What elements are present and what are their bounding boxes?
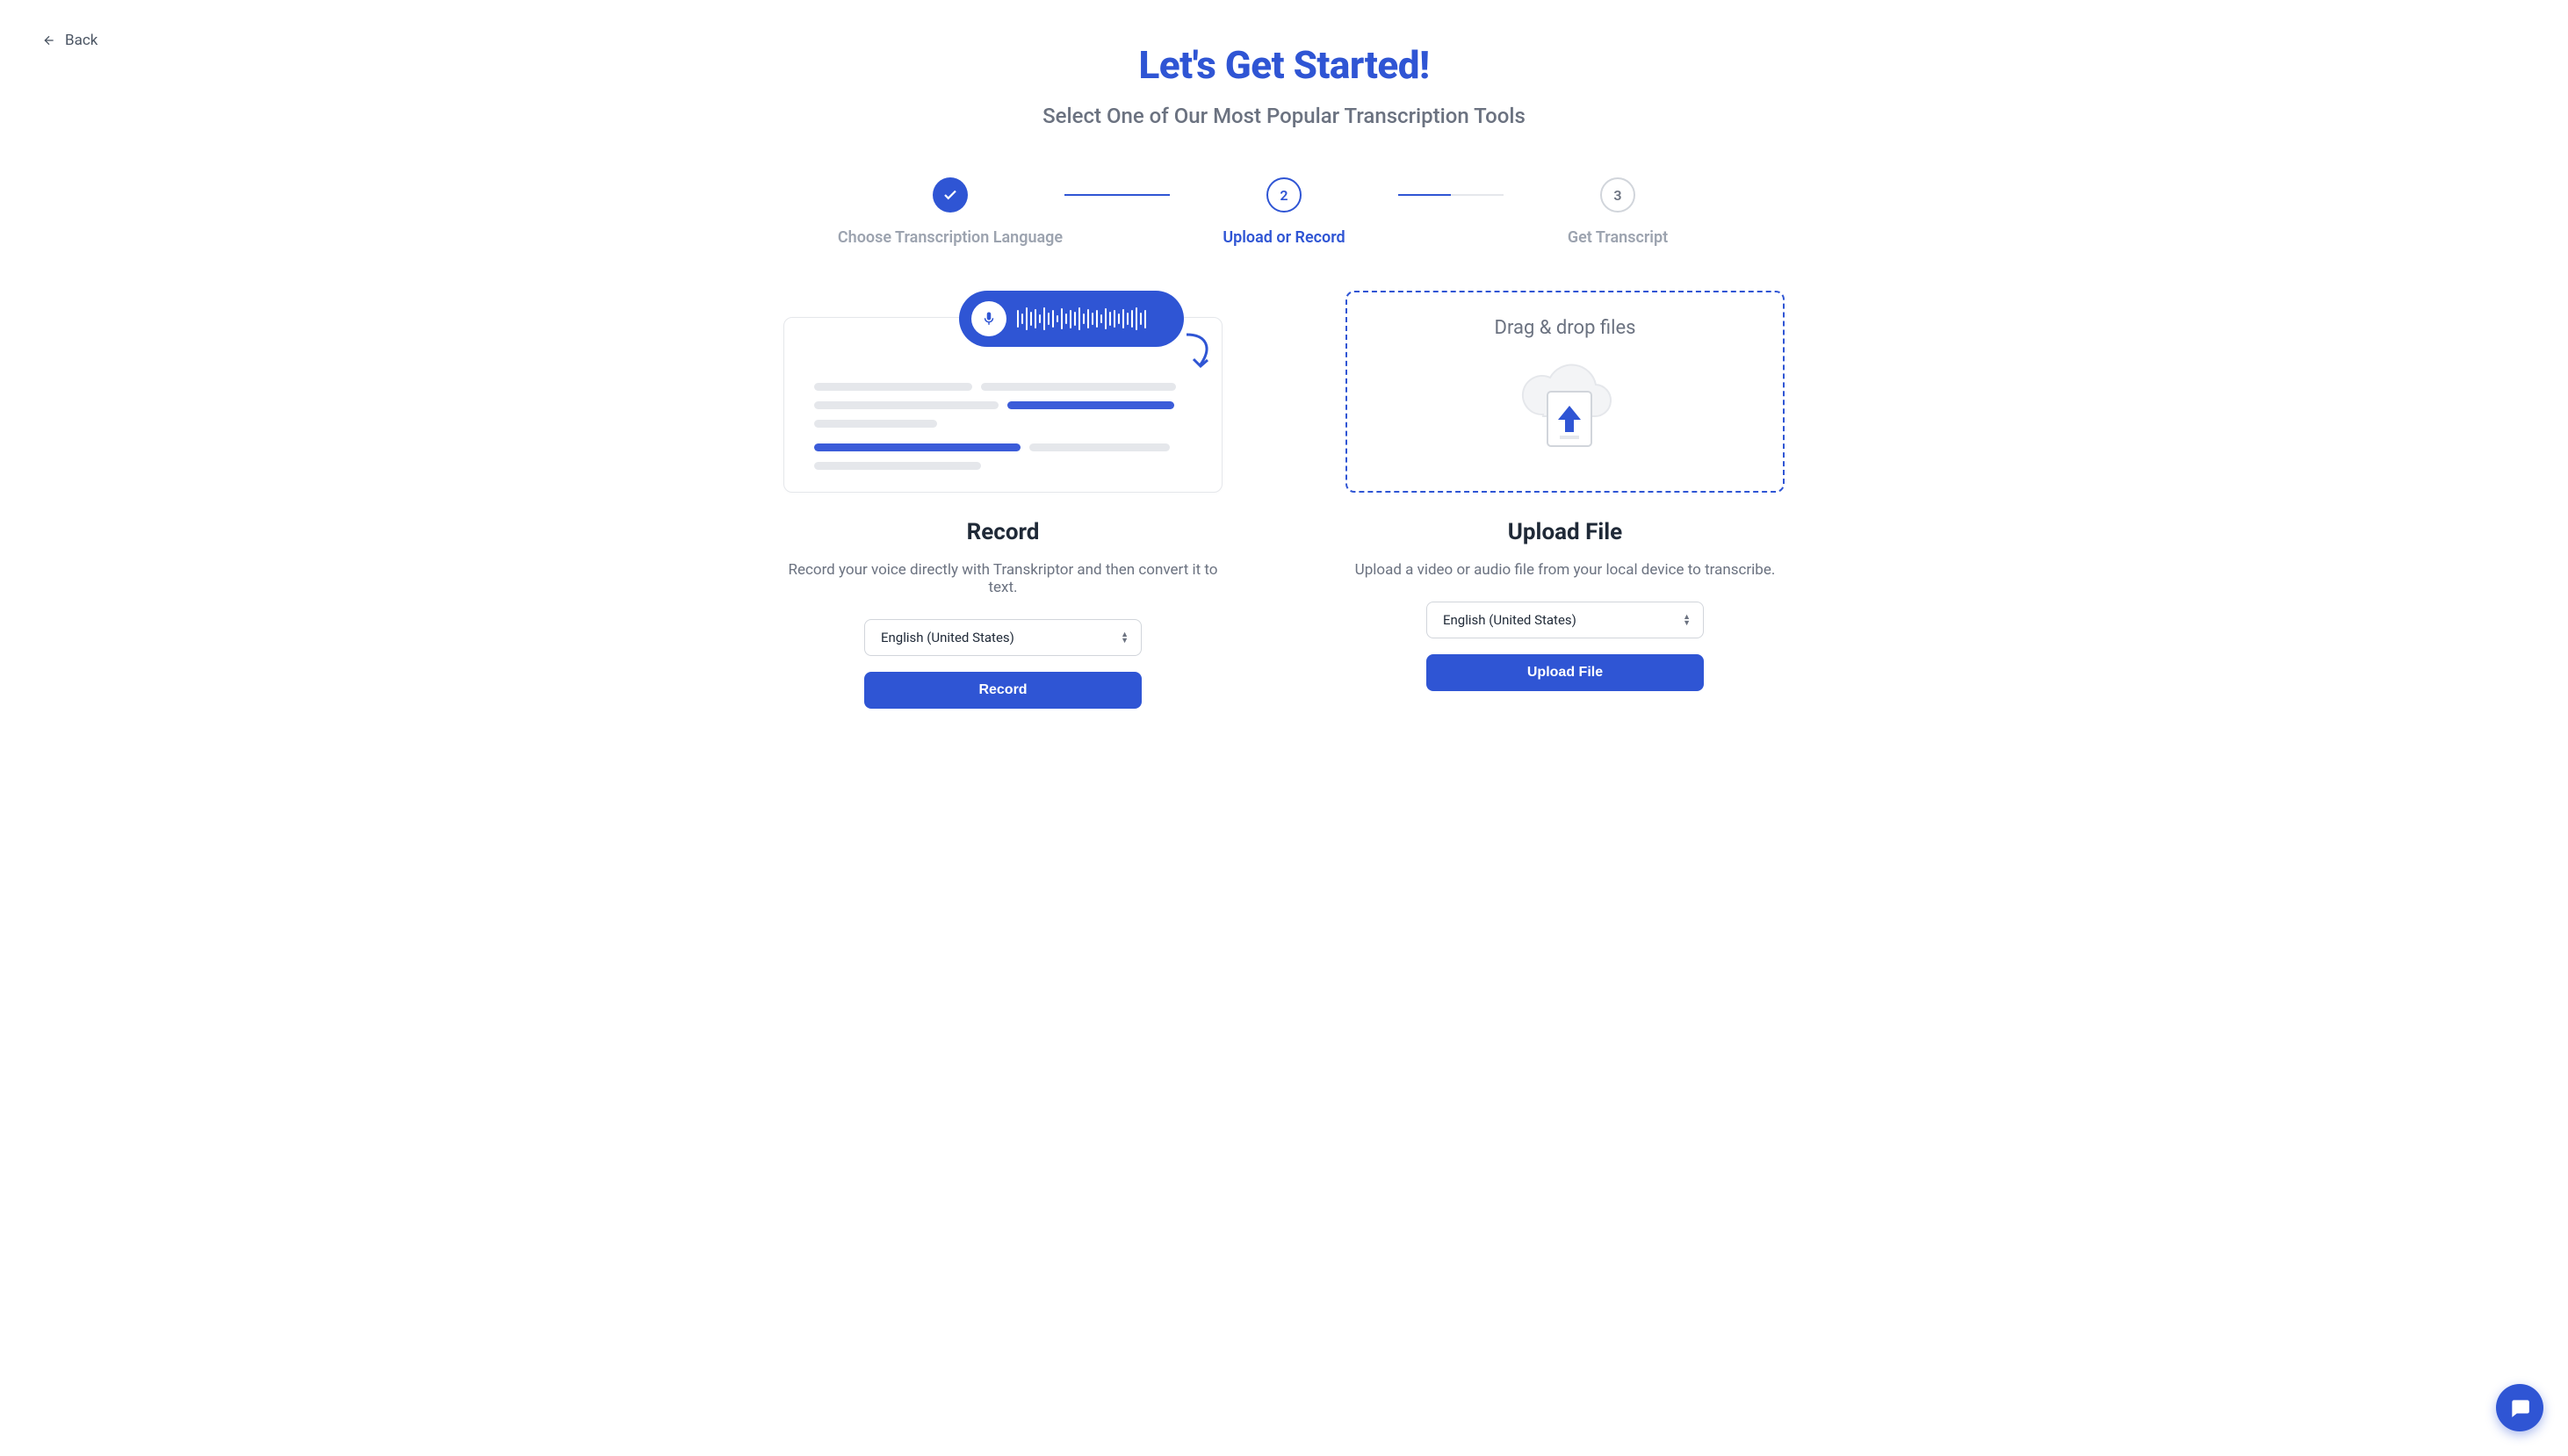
curved-arrow-icon (1183, 331, 1218, 370)
upload-title: Upload File (1508, 519, 1622, 545)
record-option: Record Record your voice directly with T… (783, 291, 1223, 709)
check-icon (942, 187, 958, 203)
back-link[interactable]: Back (42, 32, 97, 49)
upload-cloud-icon (1512, 355, 1618, 451)
step-number: 3 (1613, 187, 1621, 204)
page-title: Let's Get Started! (757, 42, 1811, 88)
record-button[interactable]: Record (864, 672, 1142, 709)
record-button-label: Record (978, 682, 1027, 697)
upload-language-value: English (United States) (1443, 612, 1576, 628)
arrow-left-icon (42, 33, 56, 47)
select-chevrons-icon: ▲▼ (1121, 632, 1129, 644)
progress-stepper: Choose Transcription Language 2 Upload o… (757, 177, 1811, 247)
drop-zone-label: Drag & drop files (1495, 317, 1636, 339)
record-language-select[interactable]: English (United States) ▲▼ (864, 619, 1142, 656)
step-label: Upload or Record (1223, 228, 1345, 247)
upload-button-label: Upload File (1527, 665, 1603, 680)
step-current-circle: 2 (1266, 177, 1302, 213)
stepper-connector (1398, 194, 1504, 196)
select-chevrons-icon: ▲▼ (1683, 615, 1691, 626)
mic-icon (971, 301, 1006, 336)
page-subtitle: Select One of Our Most Popular Transcrip… (757, 104, 1811, 128)
step-upload-or-record: 2 Upload or Record (1170, 177, 1398, 247)
step-choose-language: Choose Transcription Language (836, 177, 1064, 247)
stepper-connector (1064, 194, 1170, 196)
step-get-transcript: 3 Get Transcript (1504, 177, 1732, 247)
chat-icon (2508, 1396, 2531, 1419)
upload-description: Upload a video or audio file from your l… (1355, 561, 1776, 579)
step-upcoming-circle: 3 (1600, 177, 1635, 213)
upload-language-select[interactable]: English (United States) ▲▼ (1426, 602, 1704, 638)
upload-file-button[interactable]: Upload File (1426, 654, 1704, 691)
upload-option: Drag & drop files Upload File Upload a v… (1345, 291, 1785, 709)
chat-fab[interactable] (2496, 1384, 2543, 1431)
record-description: Record your voice directly with Transkri… (783, 561, 1223, 596)
step-label: Choose Transcription Language (838, 228, 1063, 247)
back-label: Back (65, 32, 97, 49)
record-pill-graphic (959, 291, 1184, 347)
step-number: 2 (1280, 187, 1288, 204)
record-illustration (783, 291, 1223, 493)
record-title: Record (967, 519, 1040, 545)
upload-drop-zone[interactable]: Drag & drop files (1345, 291, 1785, 493)
step-done-circle (933, 177, 968, 213)
step-label: Get Transcript (1568, 228, 1668, 247)
record-language-value: English (United States) (881, 630, 1014, 645)
waveform-icon (1017, 306, 1172, 331)
